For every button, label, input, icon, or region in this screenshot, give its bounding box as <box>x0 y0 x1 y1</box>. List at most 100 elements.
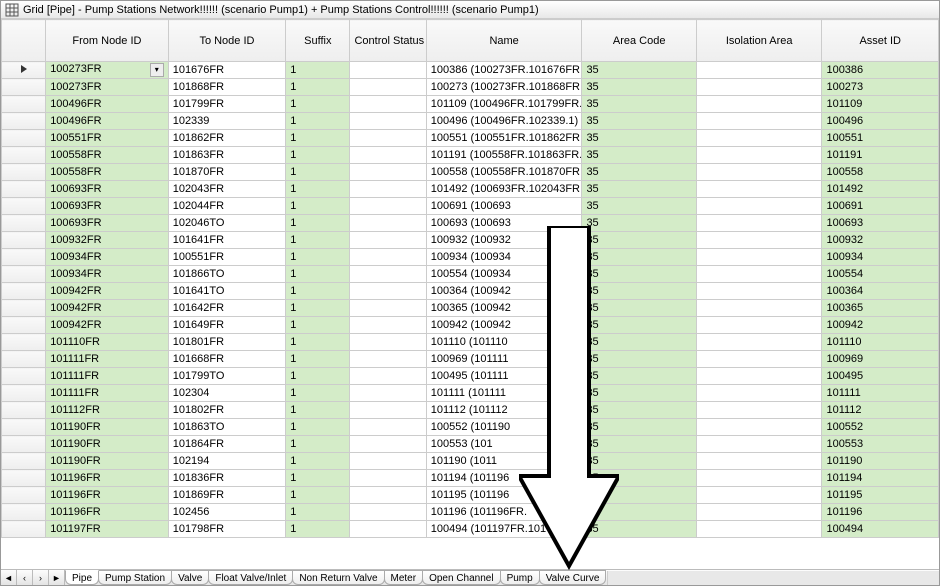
table-row[interactable]: 101196FR101836FR1101194 (10119635101194 <box>2 470 939 487</box>
table-row[interactable]: 100693FR102046TO1100693 (10069335100693 <box>2 215 939 232</box>
cell-ctrl[interactable] <box>350 300 426 317</box>
cell-ctrl[interactable] <box>350 215 426 232</box>
row-header[interactable] <box>2 232 46 249</box>
cell-area[interactable]: 35 <box>582 147 696 164</box>
row-header[interactable] <box>2 504 46 521</box>
cell-area[interactable]: 35 <box>582 266 696 283</box>
row-header[interactable] <box>2 249 46 266</box>
cell-iso[interactable] <box>696 334 822 351</box>
cell-from[interactable]: 100558FR <box>46 147 169 164</box>
tab-valve[interactable]: Valve <box>171 570 209 585</box>
table-row[interactable]: 101196FR1024561101196 (101196FR.35101196 <box>2 504 939 521</box>
cell-from[interactable]: 100693FR <box>46 181 169 198</box>
cell-name[interactable]: 101109 (100496FR.101799FR. <box>426 96 582 113</box>
col-to[interactable]: To Node ID <box>168 20 286 62</box>
cell-name[interactable]: 100496 (100496FR.102339.1) <box>426 113 582 130</box>
cell-asset[interactable]: 100551 <box>822 130 939 147</box>
cell-name[interactable]: 100495 (101111 <box>426 368 582 385</box>
cell-suffix[interactable]: 1 <box>286 402 350 419</box>
cell-asset[interactable]: 100496 <box>822 113 939 130</box>
cell-iso[interactable] <box>696 113 822 130</box>
cell-area[interactable]: 35 <box>582 453 696 470</box>
cell-name[interactable]: 100942 (100942 <box>426 317 582 334</box>
cell-suffix[interactable]: 1 <box>286 249 350 266</box>
cell-area[interactable]: 35 <box>582 402 696 419</box>
row-header[interactable] <box>2 334 46 351</box>
row-header[interactable] <box>2 130 46 147</box>
cell-suffix[interactable]: 1 <box>286 266 350 283</box>
cell-from[interactable]: 100496FR <box>46 113 169 130</box>
cell-suffix[interactable]: 1 <box>286 487 350 504</box>
cell-area[interactable]: 35 <box>582 283 696 300</box>
cell-from[interactable]: 100496FR <box>46 96 169 113</box>
cell-ctrl[interactable] <box>350 198 426 215</box>
cell-suffix[interactable]: 1 <box>286 147 350 164</box>
cell-suffix[interactable]: 1 <box>286 419 350 436</box>
row-header[interactable] <box>2 521 46 538</box>
cell-iso[interactable] <box>696 504 822 521</box>
table-row[interactable]: 101111FR101668FR1100969 (10111135100969 <box>2 351 939 368</box>
cell-name[interactable]: 101196 (101196FR. <box>426 504 582 521</box>
cell-suffix[interactable]: 1 <box>286 113 350 130</box>
cell-from[interactable]: 100693FR <box>46 215 169 232</box>
cell-ctrl[interactable] <box>350 62 426 79</box>
table-row[interactable]: 101190FR101864FR1100553 (10135100553 <box>2 436 939 453</box>
cell-name[interactable]: 101111 (101111 <box>426 385 582 402</box>
cell-from[interactable]: 101190FR <box>46 436 169 453</box>
row-header[interactable] <box>2 147 46 164</box>
cell-to[interactable]: 101676FR <box>168 62 286 79</box>
cell-iso[interactable] <box>696 147 822 164</box>
tab-meter[interactable]: Meter <box>384 570 424 585</box>
cell-to[interactable]: 102304 <box>168 385 286 402</box>
cell-iso[interactable] <box>696 317 822 334</box>
cell-iso[interactable] <box>696 215 822 232</box>
cell-area[interactable]: 35 <box>582 232 696 249</box>
cell-ctrl[interactable] <box>350 232 426 249</box>
cell-to[interactable]: 101799TO <box>168 368 286 385</box>
cell-to[interactable]: 101649FR <box>168 317 286 334</box>
tab-pipe[interactable]: Pipe <box>65 570 99 585</box>
cell-from[interactable]: 101112FR <box>46 402 169 419</box>
cell-area[interactable]: 35 <box>582 351 696 368</box>
cell-area[interactable]: 35 <box>582 113 696 130</box>
cell-iso[interactable] <box>696 62 822 79</box>
cell-from[interactable]: 101196FR <box>46 470 169 487</box>
dropdown-icon[interactable]: ▾ <box>150 63 164 77</box>
table-row[interactable]: 100273FR▾101676FR1100386 (100273FR.10167… <box>2 62 939 79</box>
col-iso[interactable]: Isolation Area <box>696 20 822 62</box>
table-row[interactable]: 100934FR100551FR1100934 (10093435100934 <box>2 249 939 266</box>
cell-ctrl[interactable] <box>350 402 426 419</box>
cell-to[interactable]: 101863FR <box>168 147 286 164</box>
row-header[interactable] <box>2 419 46 436</box>
cell-suffix[interactable]: 1 <box>286 62 350 79</box>
cell-from[interactable]: 101190FR <box>46 453 169 470</box>
cell-area[interactable]: 35 <box>582 334 696 351</box>
table-row[interactable]: 101197FR101798FR1100494 (101197FR.101798… <box>2 521 939 538</box>
table-row[interactable]: 100693FR102043FR1101492 (100693FR.102043… <box>2 181 939 198</box>
cell-asset[interactable]: 100495 <box>822 368 939 385</box>
table-row[interactable]: 101196FR101869FR1101195 (10119635101195 <box>2 487 939 504</box>
cell-asset[interactable]: 100558 <box>822 164 939 181</box>
row-header[interactable] <box>2 181 46 198</box>
cell-asset[interactable]: 101195 <box>822 487 939 504</box>
cell-to[interactable]: 100551FR <box>168 249 286 266</box>
cell-to[interactable]: 101870FR <box>168 164 286 181</box>
cell-area[interactable]: 35 <box>582 62 696 79</box>
cell-iso[interactable] <box>696 249 822 266</box>
cell-suffix[interactable]: 1 <box>286 470 350 487</box>
tab-open-channel[interactable]: Open Channel <box>422 570 501 585</box>
cell-iso[interactable] <box>696 487 822 504</box>
grid[interactable]: From Node ID To Node ID Suffix Control S… <box>1 19 939 569</box>
cell-iso[interactable] <box>696 419 822 436</box>
cell-ctrl[interactable] <box>350 487 426 504</box>
cell-iso[interactable] <box>696 283 822 300</box>
cell-ctrl[interactable] <box>350 130 426 147</box>
cell-to[interactable]: 101862FR <box>168 130 286 147</box>
cell-name[interactable]: 100934 (100934 <box>426 249 582 266</box>
cell-asset[interactable]: 100691 <box>822 198 939 215</box>
row-header[interactable] <box>2 164 46 181</box>
cell-suffix[interactable]: 1 <box>286 436 350 453</box>
cell-iso[interactable] <box>696 385 822 402</box>
cell-iso[interactable] <box>696 164 822 181</box>
cell-to[interactable]: 101668FR <box>168 351 286 368</box>
